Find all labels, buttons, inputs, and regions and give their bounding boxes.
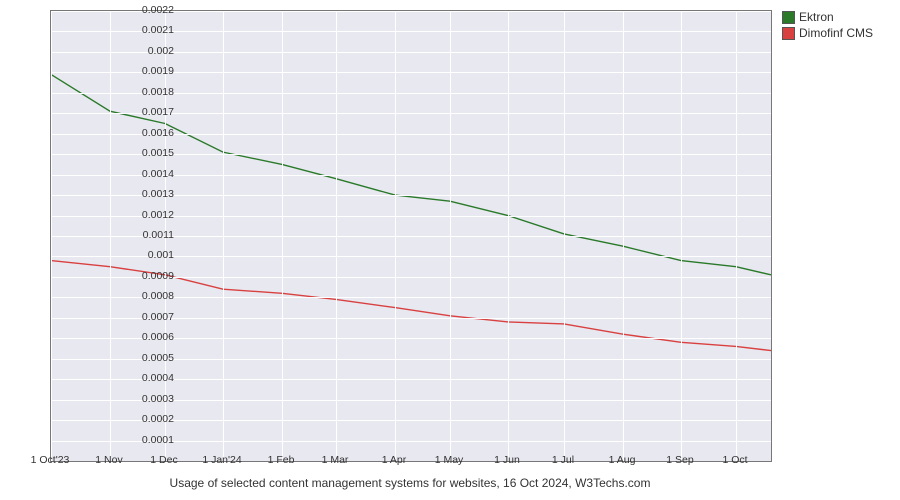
y-tick-label: 0.0012 — [130, 209, 174, 221]
x-tick-label: 1 Jul — [552, 454, 574, 466]
y-tick-label: 0.0009 — [130, 270, 174, 282]
x-tick-label: 1 Jan'24 — [202, 454, 241, 466]
x-tick-label: 1 Dec — [150, 454, 177, 466]
y-tick-label: 0.0021 — [130, 24, 174, 36]
grid-line-v — [681, 11, 682, 461]
y-tick-label: 0.0011 — [130, 229, 174, 241]
grid-line-v — [51, 11, 52, 461]
x-tick-label: 1 Oct — [722, 454, 747, 466]
y-tick-label: 0.0016 — [130, 127, 174, 139]
y-tick-label: 0.0015 — [130, 147, 174, 159]
y-tick-label: 0.0002 — [130, 413, 174, 425]
y-tick-label: 0.0019 — [130, 65, 174, 77]
y-tick-label: 0.0022 — [130, 4, 174, 16]
x-tick-label: 1 Oct'23 — [31, 454, 70, 466]
y-tick-label: 0.0017 — [130, 106, 174, 118]
grid-line-v — [623, 11, 624, 461]
legend-label: Ektron — [799, 10, 834, 24]
y-tick-label: 0.0007 — [130, 311, 174, 323]
y-tick-label: 0.0008 — [130, 290, 174, 302]
y-tick-label: 0.0018 — [130, 86, 174, 98]
x-tick-label: 1 Nov — [95, 454, 122, 466]
grid-line-v — [450, 11, 451, 461]
legend-swatch — [782, 27, 795, 40]
legend-swatch — [782, 11, 795, 24]
y-tick-label: 0.002 — [130, 45, 174, 57]
grid-line-v — [508, 11, 509, 461]
y-tick-label: 0.001 — [130, 249, 174, 261]
grid-line-v — [282, 11, 283, 461]
x-tick-label: 1 Jun — [494, 454, 520, 466]
y-tick-label: 0.0014 — [130, 168, 174, 180]
legend-item: Ektron — [782, 10, 873, 24]
legend: Ektron Dimofinf CMS — [782, 10, 873, 42]
x-tick-label: 1 Apr — [382, 454, 407, 466]
grid-line-v — [223, 11, 224, 461]
chart-caption: Usage of selected content management sys… — [50, 476, 770, 490]
grid-line-v — [336, 11, 337, 461]
grid-line-v — [110, 11, 111, 461]
y-tick-label: 0.0001 — [130, 434, 174, 446]
grid-line-v — [395, 11, 396, 461]
y-tick-label: 0.0005 — [130, 352, 174, 364]
y-tick-label: 0.0013 — [130, 188, 174, 200]
x-tick-label: 1 May — [435, 454, 464, 466]
y-tick-label: 0.0003 — [130, 393, 174, 405]
x-tick-label: 1 Feb — [268, 454, 295, 466]
x-tick-label: 1 Sep — [666, 454, 693, 466]
grid-line-v — [564, 11, 565, 461]
grid-line-v — [736, 11, 737, 461]
x-tick-label: 1 Aug — [609, 454, 636, 466]
y-tick-label: 0.0006 — [130, 331, 174, 343]
x-tick-label: 1 Mar — [322, 454, 349, 466]
y-tick-label: 0.0004 — [130, 372, 174, 384]
legend-item: Dimofinf CMS — [782, 26, 873, 40]
legend-label: Dimofinf CMS — [799, 26, 873, 40]
